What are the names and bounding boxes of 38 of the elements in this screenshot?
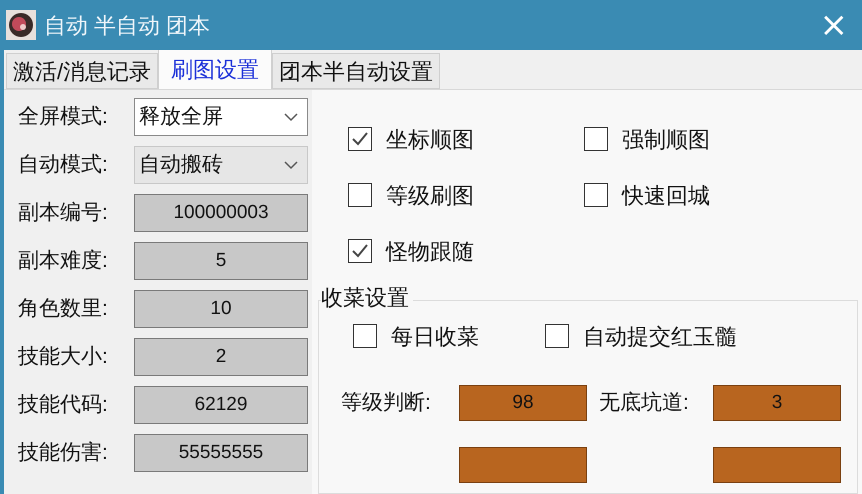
chevron-down-icon [283, 112, 299, 122]
input-field[interactable]: 62129 [134, 386, 308, 424]
field-label: 副本编号: [18, 200, 109, 226]
input-field[interactable]: 55555555 [134, 434, 308, 472]
field-label: 全屏模式: [18, 104, 109, 130]
field-label: 无底坑道: [599, 390, 690, 416]
chevron-down-icon [283, 160, 299, 170]
input-field[interactable]: 5 [134, 242, 308, 280]
input-field[interactable]: 98 [459, 385, 587, 421]
dropdown[interactable]: 释放全屏 [134, 98, 308, 136]
field-label: 角色数里: [18, 296, 109, 322]
field-label: 技能大小: [18, 344, 109, 370]
field-label: 技能伤害: [18, 440, 109, 466]
checkbox-option[interactable]: 坐标顺图 [348, 124, 584, 154]
checkbox-option[interactable]: 快速回城 [584, 180, 858, 210]
tab[interactable]: 刷图设置 [158, 50, 272, 89]
app-logo-icon [6, 10, 36, 40]
input-field[interactable] [713, 447, 841, 483]
tab[interactable]: 激活/消息记录 [6, 53, 158, 89]
checkbox-option[interactable]: 等级刷图 [348, 180, 584, 210]
input-field[interactable]: 2 [134, 338, 308, 376]
checkbox-option[interactable]: 怪物跟随 [348, 236, 584, 266]
input-field[interactable]: 3 [713, 385, 841, 421]
checkbox-option[interactable]: 自动提交红玉髓 [545, 321, 737, 351]
field-label: 技能代码: [18, 392, 109, 418]
close-button[interactable]: × [820, 8, 848, 42]
field-label: 等级判断: [341, 390, 432, 416]
field-label: 自动模式: [18, 152, 109, 178]
checkbox-option[interactable]: 强制顺图 [584, 124, 858, 154]
field-label: 副本难度: [18, 248, 109, 274]
input-field[interactable] [459, 447, 587, 483]
tab[interactable]: 团本半自动设置 [272, 53, 440, 89]
checkmark-icon [351, 243, 369, 259]
window-title: 自动 半自动 团本 [44, 12, 210, 40]
checkbox-option[interactable]: 每日收菜 [353, 321, 479, 351]
input-field[interactable]: 100000003 [134, 194, 308, 232]
input-field[interactable]: 10 [134, 290, 308, 328]
checkmark-icon [351, 131, 369, 147]
